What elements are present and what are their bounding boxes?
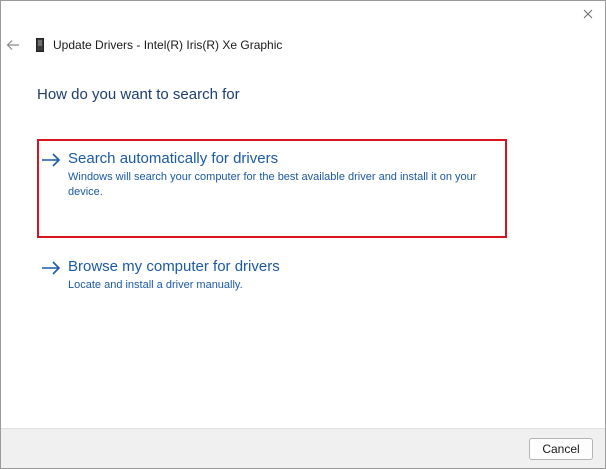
dialog-header: Update Drivers - Intel(R) Iris(R) Xe Gra… xyxy=(5,35,282,55)
search-automatically-option[interactable]: Search automatically for drivers Windows… xyxy=(41,149,496,200)
cancel-button[interactable]: Cancel xyxy=(529,438,593,460)
back-button[interactable] xyxy=(5,37,21,53)
option-description: Locate and install a driver manually. xyxy=(68,279,243,291)
back-arrow-icon xyxy=(6,40,19,50)
close-icon xyxy=(583,9,593,19)
arrow-right-icon xyxy=(42,153,61,167)
window-title: Update Drivers - Intel(R) Iris(R) Xe Gra… xyxy=(53,38,283,52)
close-button[interactable] xyxy=(577,5,599,23)
browse-computer-option[interactable]: Browse my computer for drivers Locate an… xyxy=(41,257,280,293)
option-title: Search automatically for drivers xyxy=(68,150,279,167)
device-icon xyxy=(35,38,45,52)
update-drivers-dialog: Update Drivers - Intel(R) Iris(R) Xe Gra… xyxy=(0,0,606,469)
arrow-right-icon xyxy=(42,261,61,275)
page-heading: How do you want to search for xyxy=(37,86,240,103)
dialog-footer: Cancel xyxy=(1,428,605,468)
option-title: Browse my computer for drivers xyxy=(68,258,280,275)
option-description: Windows will search your computer for th… xyxy=(68,171,477,198)
